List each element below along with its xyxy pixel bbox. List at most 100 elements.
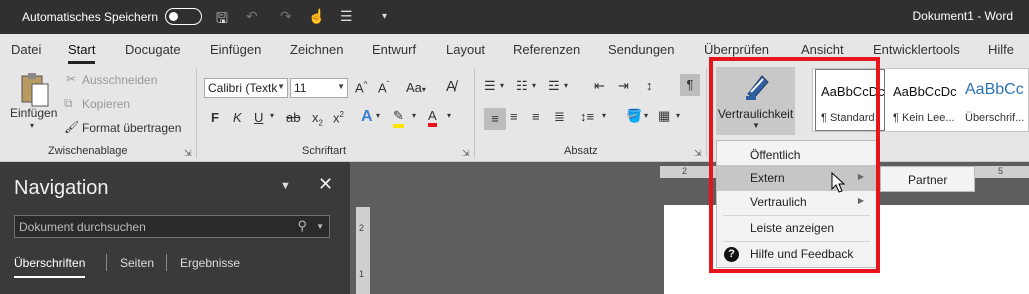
change-case-button[interactable]: Aa▾ — [406, 80, 426, 95]
tab-seiten[interactable]: Seiten — [120, 256, 154, 270]
style-ueberschrift[interactable]: AaBbCc Überschrif... — [959, 69, 1029, 131]
superscript-icon[interactable]: x2 — [333, 110, 344, 125]
tab-divider — [106, 254, 107, 271]
font-size-combo[interactable]: 11 ▼ — [290, 78, 348, 98]
tab-ueberschriften[interactable]: Überschriften — [14, 256, 86, 278]
touch-mode-icon[interactable]: ☝ — [308, 8, 325, 25]
tab-ueberpruefen[interactable]: Überprüfen — [704, 42, 769, 57]
save-icon[interactable]: 🖫 — [216, 8, 228, 32]
autosave-label: Automatisches Speichern — [22, 10, 159, 24]
chevron-down-icon[interactable]: ▼ — [316, 222, 324, 231]
underline-icon[interactable]: U — [254, 110, 263, 125]
text-effects-dropdown-icon[interactable]: ▾ — [376, 111, 380, 120]
underline-dropdown-icon[interactable]: ▾ — [270, 111, 274, 120]
paste-dropdown-icon[interactable]: ▾ — [30, 121, 34, 130]
highlight-annotation — [709, 57, 880, 273]
autosave-toggle[interactable] — [165, 8, 202, 25]
italic-icon[interactable]: K — [233, 110, 242, 125]
style-kein-leerraum[interactable]: AaBbCcDc ¶ Kein Lee... — [887, 69, 957, 131]
tab-start[interactable]: Start — [68, 42, 96, 64]
vertical-ruler: 2 1 — [356, 207, 370, 294]
style-preview: AaBbCcDc — [893, 84, 957, 99]
bullets-dropdown-icon[interactable]: ▾ — [500, 81, 504, 90]
highlight-dropdown-icon[interactable]: ▾ — [412, 111, 416, 120]
chevron-down-icon: ▼ — [337, 82, 345, 91]
chevron-down-icon[interactable]: ▼ — [280, 180, 291, 192]
subscript-icon[interactable]: x2 — [312, 110, 323, 128]
ruler-mark: 1 — [359, 269, 365, 279]
highlight-icon[interactable]: ✎ — [393, 108, 404, 128]
undo-icon[interactable]: ↶ — [246, 8, 258, 25]
group-divider — [474, 68, 475, 158]
shading-dropdown-icon[interactable]: ▾ — [644, 111, 648, 120]
paragraph-launcher-icon[interactable]: ⇲ — [694, 148, 702, 159]
font-name-value: Calibri (Textk — [208, 81, 278, 95]
multilevel-list-icon[interactable]: ☲ — [548, 78, 560, 94]
align-center-icon[interactable]: ≡ — [510, 109, 518, 124]
show-marks-icon[interactable]: ¶ — [680, 74, 700, 96]
bold-icon[interactable]: F — [211, 110, 219, 125]
align-left-icon[interactable]: ≡ — [484, 108, 506, 130]
tab-hilfe[interactable]: Hilfe — [988, 42, 1014, 57]
line-spacing-icon[interactable]: ↕≡ — [580, 109, 594, 124]
font-launcher-icon[interactable]: ⇲ — [462, 148, 470, 159]
multilevel-dropdown-icon[interactable]: ▾ — [564, 81, 568, 90]
font-color-icon[interactable]: A — [428, 108, 437, 127]
tab-entwurf[interactable]: Entwurf — [372, 42, 416, 57]
format-painter-label[interactable]: Format übertragen — [82, 121, 181, 135]
chevron-down-icon: ▼ — [277, 82, 285, 91]
tab-datei[interactable]: Datei — [11, 42, 41, 57]
numbering-icon[interactable]: ☷ — [516, 78, 528, 94]
style-preview: AaBbCc — [965, 81, 1024, 98]
text-effects-icon[interactable]: A — [361, 108, 373, 126]
customize-qat-icon[interactable]: ▾ — [382, 11, 387, 22]
search-input[interactable] — [15, 216, 295, 237]
tab-einfuegen[interactable]: Einfügen — [210, 42, 261, 57]
font-size-value: 11 — [294, 81, 307, 95]
tab-layout[interactable]: Layout — [446, 42, 485, 57]
justify-icon[interactable]: ≣ — [554, 109, 565, 125]
submenu-item-partner[interactable]: Partner — [908, 173, 947, 187]
clipboard-launcher-icon[interactable]: ⇲ — [184, 148, 192, 159]
mouse-cursor-icon — [831, 172, 846, 193]
group-divider — [706, 68, 707, 158]
list-icon[interactable]: ☰ — [340, 8, 353, 25]
grow-font-icon[interactable]: A^ — [355, 80, 367, 95]
tab-sendungen[interactable]: Sendungen — [608, 42, 675, 57]
extern-submenu: Partner — [880, 166, 975, 192]
cut-icon: ✂ — [66, 72, 77, 86]
copy-label[interactable]: Kopieren — [82, 97, 130, 111]
borders-icon[interactable]: ▦ — [658, 108, 670, 124]
copy-icon: ⧉ — [64, 96, 73, 110]
strikethrough-icon[interactable]: ab — [286, 110, 300, 125]
bullets-icon[interactable]: ☰ — [484, 78, 496, 94]
align-right-icon[interactable]: ≡ — [532, 109, 540, 124]
cut-label[interactable]: Ausschneiden — [82, 73, 157, 87]
search-icon[interactable]: ⚲ — [297, 218, 307, 234]
shrink-font-icon[interactable]: Aˇ — [378, 80, 389, 95]
paste-label[interactable]: Einfügen — [10, 106, 57, 120]
tab-referenzen[interactable]: Referenzen — [513, 42, 580, 57]
tab-zeichnen[interactable]: Zeichnen — [290, 42, 343, 57]
clipboard-group-label: Zwischenablage — [48, 145, 128, 157]
redo-icon[interactable]: ↷ — [280, 8, 292, 25]
borders-dropdown-icon[interactable]: ▾ — [676, 111, 680, 120]
decrease-indent-icon[interactable]: ⇤ — [594, 78, 605, 94]
ruler-mark: 2 — [682, 166, 688, 176]
tab-ansicht[interactable]: Ansicht — [801, 42, 844, 57]
line-spacing-dropdown-icon[interactable]: ▾ — [602, 111, 606, 120]
close-icon[interactable]: ✕ — [318, 174, 333, 195]
tab-ergebnisse[interactable]: Ergebnisse — [180, 256, 240, 270]
tab-docugate[interactable]: Docugate — [125, 42, 181, 57]
font-color-dropdown-icon[interactable]: ▾ — [447, 111, 451, 120]
shading-icon[interactable]: 🪣 — [626, 108, 642, 124]
paste-icon[interactable] — [20, 72, 50, 108]
clear-formatting-icon[interactable]: A̸ — [446, 78, 456, 95]
sort-icon[interactable]: ↕ — [646, 78, 653, 93]
tab-entwicklertools[interactable]: Entwicklertools — [873, 42, 960, 57]
increase-indent-icon[interactable]: ⇥ — [618, 78, 629, 94]
font-name-combo[interactable]: Calibri (Textk ▼ — [204, 78, 288, 98]
numbering-dropdown-icon[interactable]: ▾ — [532, 81, 536, 90]
toggle-knob — [169, 12, 178, 21]
document-title: Dokument1 - Word — [912, 9, 1013, 23]
